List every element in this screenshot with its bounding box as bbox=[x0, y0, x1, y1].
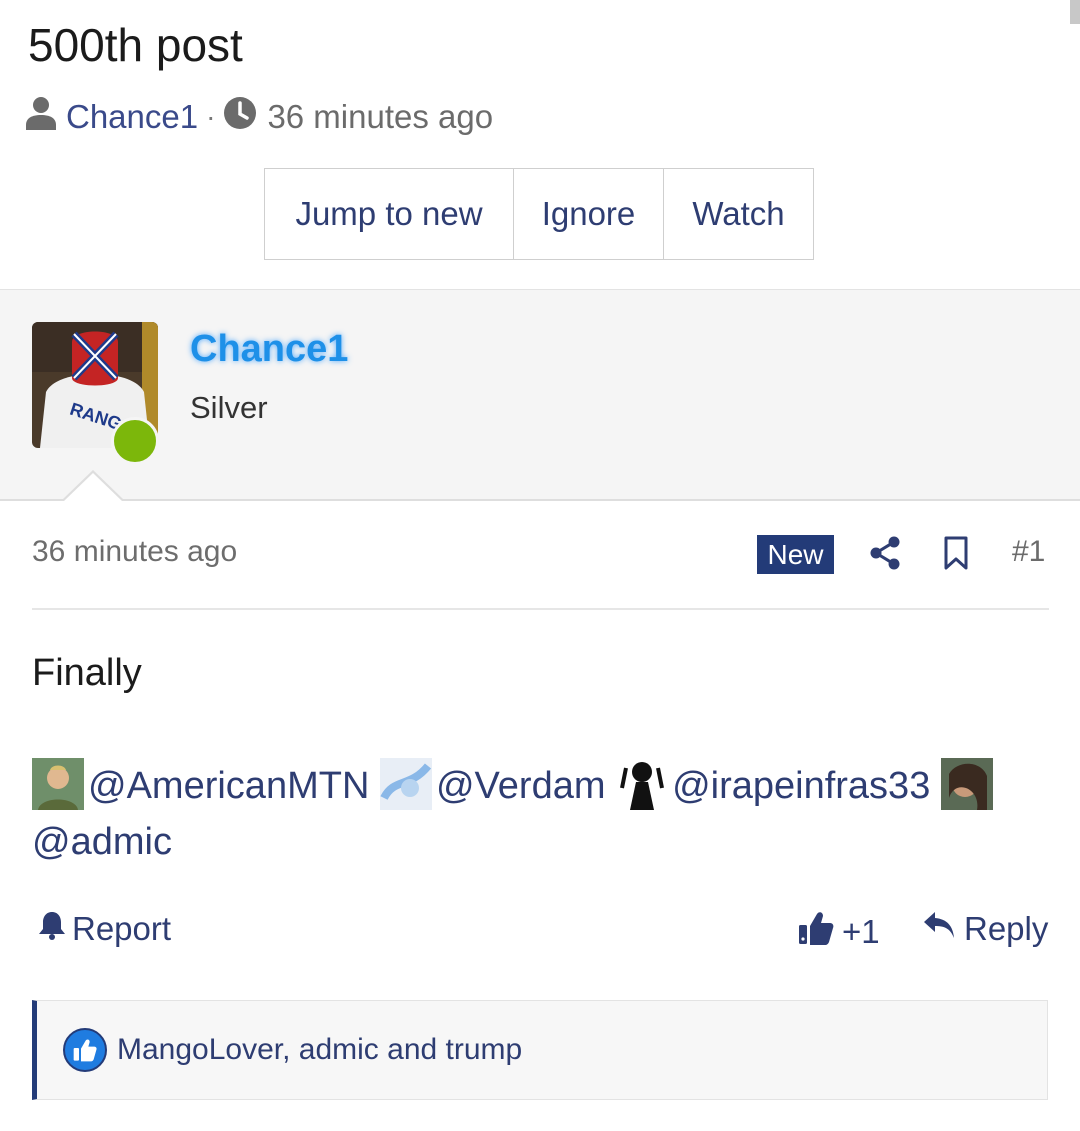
like-reaction-icon bbox=[63, 1028, 107, 1072]
bell-icon bbox=[38, 910, 66, 948]
mention-avatar-icon bbox=[379, 758, 432, 810]
mention-link[interactable]: @Verdam bbox=[436, 765, 606, 807]
mention-avatar-icon bbox=[940, 758, 993, 810]
mention-link[interactable]: @irapeinfras33 bbox=[672, 765, 930, 807]
post-body-text: Finally bbox=[32, 652, 142, 694]
page-title: 500th post bbox=[28, 19, 243, 71]
thread-author-link[interactable]: Chance1 bbox=[66, 98, 198, 136]
reply-icon bbox=[922, 910, 956, 948]
jump-to-new-button[interactable]: Jump to new bbox=[265, 169, 514, 259]
thread-time: 36 minutes ago bbox=[267, 98, 494, 135]
user-icon bbox=[26, 96, 56, 138]
thread-meta: Chance1 · 36 minutes ago bbox=[26, 94, 493, 140]
like-button[interactable]: +1 bbox=[798, 910, 880, 954]
new-badge: New bbox=[757, 535, 834, 574]
reply-button[interactable]: Reply bbox=[922, 910, 1048, 948]
user-rank: Silver bbox=[190, 390, 268, 425]
post-header-divider bbox=[32, 608, 1049, 610]
post-author-panel: RANG Chance1 Silver bbox=[0, 289, 1080, 501]
author-panel-pointer-inner bbox=[64, 473, 122, 501]
post-number-link[interactable]: #1 bbox=[1012, 535, 1045, 569]
bookmark-icon[interactable] bbox=[940, 534, 972, 572]
thumbs-up-icon bbox=[798, 910, 834, 954]
mention-avatar-icon bbox=[32, 758, 84, 810]
thread-action-buttons: Jump to new Ignore Watch bbox=[264, 168, 814, 260]
ignore-button[interactable]: Ignore bbox=[514, 169, 664, 259]
mention-avatar-icon bbox=[616, 758, 669, 810]
scrollbar[interactable] bbox=[1070, 0, 1080, 24]
post-mentions: @AmericanMTN @Verdam @irapeinfras33 @adm… bbox=[32, 758, 1042, 870]
report-label: Report bbox=[72, 910, 172, 947]
post-time: 36 minutes ago bbox=[32, 535, 238, 568]
reply-label: Reply bbox=[964, 910, 1049, 947]
mention-link[interactable]: @admic bbox=[32, 821, 172, 863]
mention-link[interactable]: @AmericanMTN bbox=[88, 765, 369, 807]
meta-separator: · bbox=[206, 101, 216, 132]
report-button[interactable]: Report bbox=[38, 910, 171, 948]
reactions-bar[interactable]: MangoLover, admic and trump bbox=[32, 1000, 1048, 1100]
clock-icon bbox=[223, 96, 257, 138]
reactions-users-link[interactable]: MangoLover, admic and trump bbox=[117, 1033, 522, 1067]
watch-button[interactable]: Watch bbox=[664, 169, 813, 259]
like-count: +1 bbox=[842, 913, 880, 950]
post-username-link[interactable]: Chance1 bbox=[190, 328, 348, 371]
online-status-indicator bbox=[111, 417, 159, 465]
share-icon[interactable] bbox=[868, 535, 902, 571]
